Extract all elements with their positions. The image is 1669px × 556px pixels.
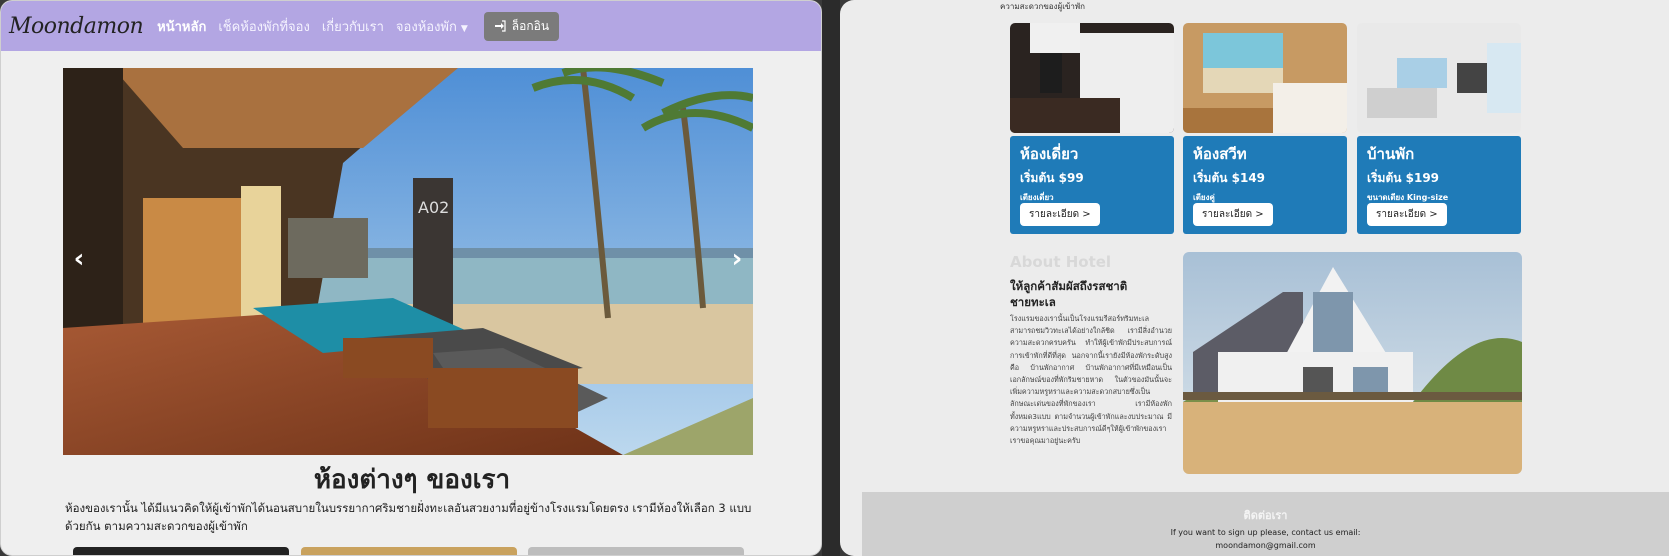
chevron-down-icon: ▼ xyxy=(460,23,468,34)
about-subtitle: ให้ลูกค้าสัมผัสถึงรสชาติชายทะเล xyxy=(1010,279,1128,309)
room-photo xyxy=(1010,23,1174,133)
window-gap xyxy=(822,0,840,556)
room-price: เริ่มต้น $199 xyxy=(1367,171,1440,185)
villa-sign-text: A02 xyxy=(418,198,449,217)
footer: ติดต่อเรา If you want to sign up please,… xyxy=(862,492,1669,556)
footer-contact-text: If you want to sign up please, contact u… xyxy=(1170,528,1361,537)
room-info-panel: ห้องเดี่ยว เริ่มต้น $99 เตียงเดี่ยว รายล… xyxy=(1010,136,1174,234)
beach-house-photo xyxy=(1183,252,1522,474)
room-price: เริ่มต้น $149 xyxy=(1193,171,1266,185)
footer-title: ติดต่อเรา xyxy=(1243,509,1288,522)
brand-logo[interactable]: Moondamon xyxy=(9,14,144,39)
clipped-text: ความสะดวกของผู้เข้าพัก xyxy=(1000,2,1085,11)
room-photo xyxy=(1357,23,1521,133)
room-card: ห้องเดี่ยว เริ่มต้น $99 เตียงเดี่ยว รายล… xyxy=(1010,23,1174,234)
right-browser-pane: ความสะดวกของผู้เข้าพัก ห้องเดี่ยว เริ่มต… xyxy=(840,0,1669,556)
nav-about[interactable]: เกี่ยวกับเรา xyxy=(322,16,384,37)
room-name: บ้านพัก xyxy=(1367,145,1415,163)
room-thumb-peek xyxy=(528,547,744,555)
resort-villa-photo: A02 xyxy=(63,68,753,455)
room-card: ห้องสวีท เริ่มต้น $149 เตียงคู่ รายละเอี… xyxy=(1183,23,1347,234)
room-name: ห้องสวีท xyxy=(1193,145,1247,163)
room-thumb-peek xyxy=(301,547,517,555)
rooms-section-title: ห้องต่างๆ ของเรา xyxy=(313,465,511,495)
room-price: เริ่มต้น $99 xyxy=(1020,171,1084,185)
room-name: ห้องเดี่ยว xyxy=(1020,145,1079,163)
hero-carousel[interactable]: A02 ‹ › xyxy=(63,68,753,455)
carousel-next-button[interactable]: › xyxy=(725,244,749,274)
nav-book-label: จองห้องพัก xyxy=(395,19,457,35)
about-body: โรงแรมของเรานั้นเป็นโรงแรมรีสอร์ทริมทะเล… xyxy=(1010,314,1172,446)
nav-check-booking[interactable]: เช็คห้องพักที่จอง xyxy=(218,16,309,37)
room-card: บ้านพัก เริ่มต้น $199 ขนาดเตียง King-siz… xyxy=(1357,23,1521,234)
room-photo xyxy=(1183,23,1347,133)
rooms-section-description: ห้องของเรานั้น ได้มีแนวคิดให้ผู้เข้าพักไ… xyxy=(65,501,752,533)
room-info-panel: บ้านพัก เริ่มต้น $199 ขนาดเตียง King-siz… xyxy=(1357,136,1521,234)
nav-home[interactable]: หน้าหลัก xyxy=(157,16,206,37)
carousel-prev-button[interactable]: ‹ xyxy=(67,244,91,274)
room-details-button[interactable]: รายละเอียด > xyxy=(1367,203,1447,226)
nav-book-dropdown[interactable]: จองห้องพัก ▼ xyxy=(396,16,468,37)
about-title: About Hotel xyxy=(1010,253,1112,271)
login-button[interactable]: ล็อกอิน xyxy=(483,11,560,41)
room-details-button[interactable]: รายละเอียด > xyxy=(1020,203,1100,226)
navbar: Moondamon หน้าหลัก เช็คห้องพักที่จอง เกี… xyxy=(1,1,821,51)
footer-email[interactable]: moondamon@gmail.com xyxy=(862,541,1669,550)
room-thumb-peek xyxy=(73,547,289,555)
login-icon xyxy=(494,20,506,32)
room-details-button[interactable]: รายละเอียด > xyxy=(1193,203,1273,226)
login-label: ล็อกอิน xyxy=(511,18,550,33)
room-info-panel: ห้องสวีท เริ่มต้น $149 เตียงคู่ รายละเอี… xyxy=(1183,136,1347,234)
left-browser-pane: Moondamon หน้าหลัก เช็คห้องพักที่จอง เกี… xyxy=(0,0,822,556)
